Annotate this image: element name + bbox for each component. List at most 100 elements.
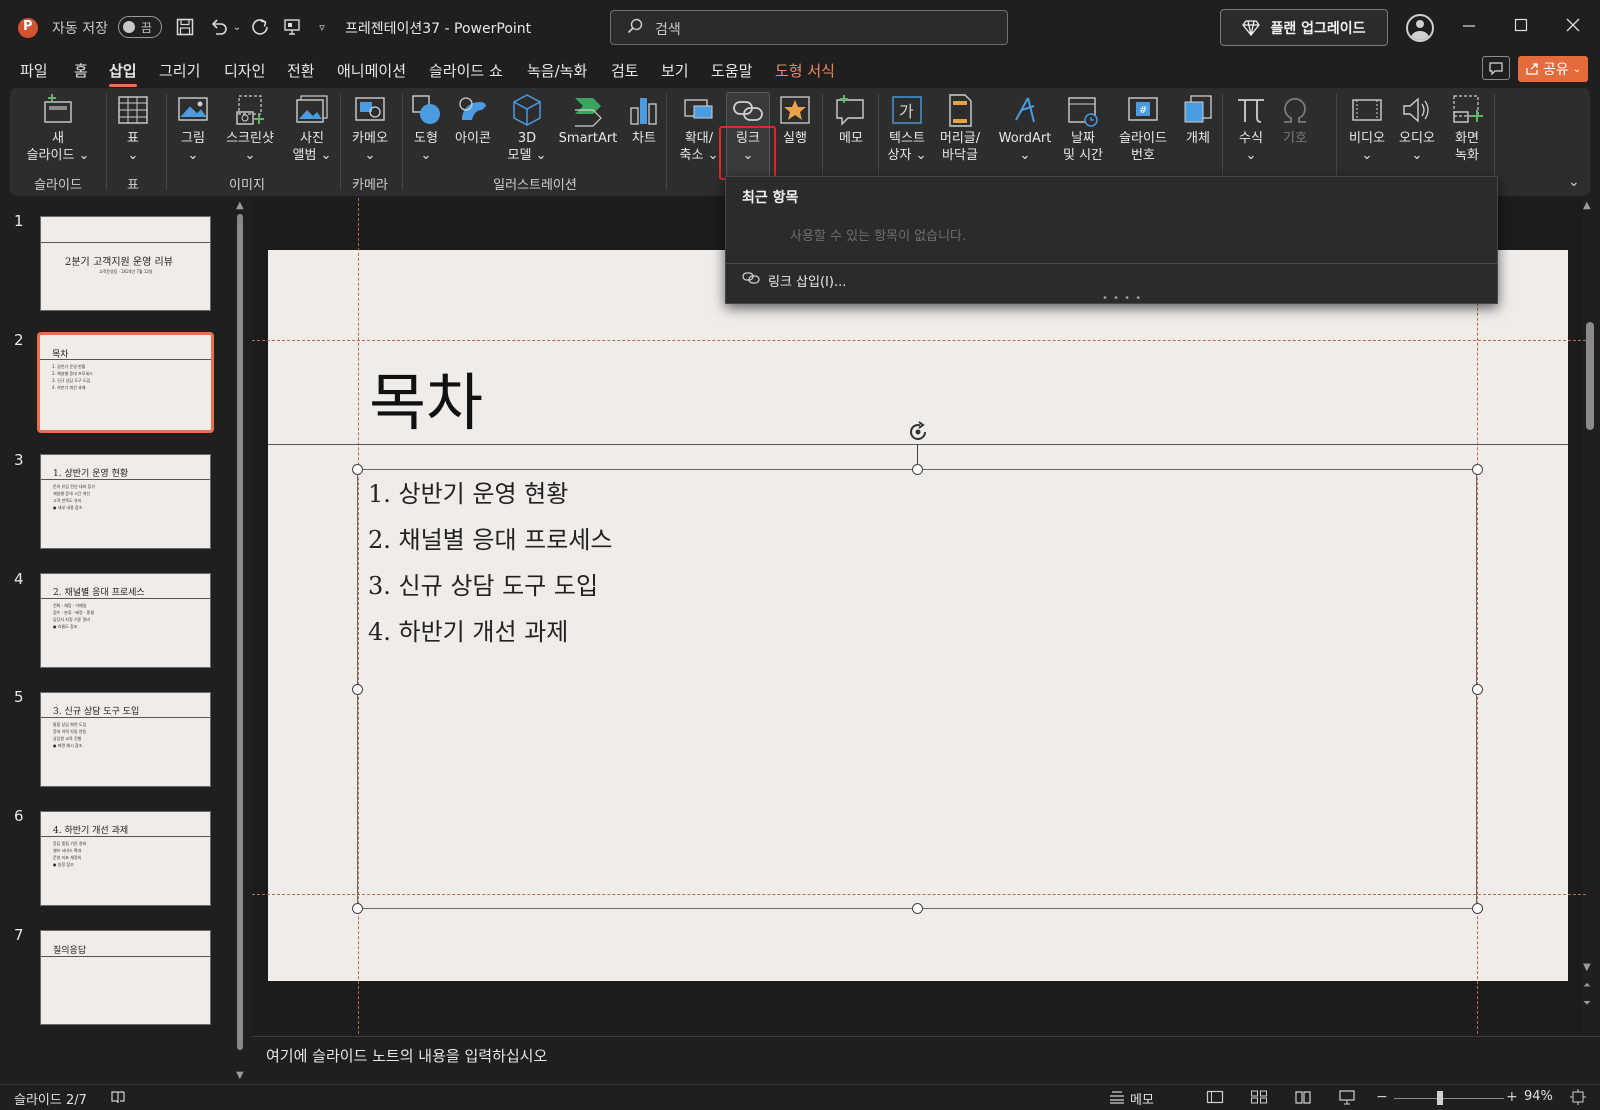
slide-number: 1 <box>14 212 24 230</box>
notes-pane[interactable]: 여기에 슬라이드 노트의 내용을 입력하십시오 <box>252 1036 1600 1082</box>
resize-handle[interactable] <box>352 464 363 475</box>
slide-thumbnail-7[interactable]: 질의응답 <box>40 930 211 1025</box>
scroll-down-arrow-icon[interactable]: ▼ <box>236 1070 244 1081</box>
icons-button[interactable]: 아이콘 <box>450 92 496 147</box>
link-button-highlight <box>719 126 776 180</box>
tab-transitions[interactable]: 전환 <box>287 60 315 84</box>
upgrade-plan-button[interactable]: 플랜 업그레이드 <box>1220 9 1388 46</box>
screenshot-button[interactable]: 스크린샷 ⌄ <box>220 92 280 164</box>
thumb-divider <box>41 956 210 957</box>
undo-icon[interactable] <box>206 14 232 40</box>
ribbon-collapse-icon[interactable]: ⌄ <box>1568 174 1580 190</box>
3d-models-button[interactable]: 3D 모델 ⌄ <box>502 92 552 164</box>
autosave-toggle[interactable]: 끔 <box>118 16 162 38</box>
tab-help[interactable]: 도움말 <box>711 60 752 84</box>
reading-view-icon[interactable] <box>1294 1089 1312 1109</box>
zoom-slider-track[interactable] <box>1394 1098 1504 1099</box>
date-time-button[interactable]: 날짜 및 시간 <box>1056 92 1110 164</box>
audio-button[interactable]: 오디오 ⌄ <box>1394 92 1440 164</box>
resize-grip-icon[interactable]: • • • • <box>1102 293 1142 304</box>
zoom-button[interactable]: 확대/ 축소 ⌄ <box>674 92 724 164</box>
resize-handle[interactable] <box>1472 903 1483 914</box>
photo-album-button[interactable]: 사진 앨범 ⌄ <box>288 92 336 164</box>
chart-button[interactable]: 차트 <box>624 92 664 147</box>
resize-handle[interactable] <box>352 684 363 695</box>
tab-file[interactable]: 파일 <box>20 60 48 84</box>
video-button[interactable]: 비디오 ⌄ <box>1344 92 1390 164</box>
save-icon[interactable] <box>174 14 196 40</box>
slide-thumbnail-6[interactable]: 4. 하반기 개선 과제 응답 품질 기준 정비 셀프 서비스 확대 운영 지표… <box>40 811 211 906</box>
smartart-button[interactable]: SmartArt <box>556 92 620 147</box>
new-slide-button[interactable]: 새 슬라이드 ⌄ <box>26 92 90 164</box>
notes-toggle-label[interactable]: 메모 <box>1130 1089 1154 1108</box>
resize-handle[interactable] <box>352 903 363 914</box>
canvas-scroll-up-icon[interactable]: ▲ <box>1583 200 1591 211</box>
share-button[interactable]: 공유 ⌄ <box>1518 56 1588 82</box>
slide-thumbnail-3[interactable]: 1. 상반기 운영 현황 문의 유입 전년 대비 증가 채널별 응대 시간 개선… <box>40 454 211 549</box>
thumb-body: 통합 상담 화면 도입 응대 이력 자동 연동 상담원 교육 진행 ● 화면 예… <box>53 722 87 748</box>
zoom-in-icon[interactable]: + <box>1506 1089 1518 1105</box>
redo-icon[interactable] <box>248 14 272 40</box>
symbol-button[interactable]: 기호 <box>1276 92 1314 147</box>
equation-button[interactable]: 수식 ⌄ <box>1232 92 1270 164</box>
screen-recording-button[interactable]: 화면 녹화 <box>1444 92 1490 164</box>
tab-shape-format[interactable]: 도형 서식 <box>775 60 835 84</box>
customize-qat-icon[interactable]: ▿ <box>314 14 330 40</box>
slide-thumbnail-2[interactable]: 목차 1. 상반기 운영 현황 2. 채널별 응대 프로세스 3. 신규 상담 … <box>37 332 214 433</box>
picture-button[interactable]: 그림 ⌄ <box>174 92 212 164</box>
rotate-handle-icon[interactable] <box>906 420 930 444</box>
tab-animations[interactable]: 애니메이션 <box>337 60 406 84</box>
normal-view-icon[interactable] <box>1206 1089 1224 1109</box>
minimize-icon[interactable] <box>1454 14 1484 40</box>
resize-handle[interactable] <box>1472 464 1483 475</box>
canvas-scroll-down-icon[interactable]: ▼ <box>1583 962 1591 973</box>
zoom-percentage[interactable]: 94% <box>1524 1089 1553 1104</box>
slide-thumbnail-4[interactable]: 2. 채널별 응대 프로세스 전화 · 채팅 · 이메일 접수 · 분류 · 배… <box>40 573 211 668</box>
slideshow-view-icon[interactable] <box>1338 1089 1356 1109</box>
notes-toggle-icon[interactable] <box>1108 1089 1126 1109</box>
canvas-scrollbar[interactable] <box>1586 322 1594 430</box>
thumbnail-scrollbar[interactable] <box>237 214 243 1050</box>
comments-button[interactable] <box>1482 56 1510 80</box>
tab-view[interactable]: 보기 <box>661 60 689 84</box>
thumb-divider <box>41 242 210 243</box>
slide-thumbnail-1[interactable]: 2분기 고객지원 운영 리뷰 고객운영팀 · 2024년 7월 12일 <box>40 216 211 311</box>
tab-draw[interactable]: 그리기 <box>159 60 200 84</box>
close-icon[interactable] <box>1558 14 1588 40</box>
previous-slide-icon[interactable]: ⏶ <box>1583 980 1591 991</box>
tab-design[interactable]: 디자인 <box>224 60 265 84</box>
tab-record[interactable]: 녹음/녹화 <box>527 60 587 84</box>
resize-handle[interactable] <box>1472 684 1483 695</box>
wordart-button[interactable]: WordArt ⌄ <box>996 92 1054 164</box>
slide-sorter-icon[interactable] <box>1250 1089 1268 1109</box>
resize-handle[interactable] <box>912 464 923 475</box>
comment-insert-button[interactable]: 메모 <box>828 92 874 147</box>
scroll-up-arrow-icon[interactable]: ▲ <box>236 200 244 211</box>
fit-to-window-icon[interactable] <box>1570 1089 1586 1109</box>
accessibility-icon[interactable] <box>110 1089 126 1109</box>
resize-handle[interactable] <box>912 903 923 914</box>
next-slide-icon[interactable]: ⏷ <box>1583 998 1591 1009</box>
textbox-button[interactable]: 가 텍스트 상자 ⌄ <box>884 92 930 164</box>
tab-insert[interactable]: 삽입 <box>109 60 137 87</box>
tab-home[interactable]: 홈 <box>74 60 88 84</box>
zoom-slider-thumb[interactable] <box>1437 1091 1443 1105</box>
slide-thumbnail-5[interactable]: 3. 신규 상담 도구 도입 통합 상담 화면 도입 응대 이력 자동 연동 상… <box>40 692 211 787</box>
shapes-button[interactable]: 도형 ⌄ <box>408 92 444 164</box>
slide-number-button[interactable]: # 슬라이드 번호 <box>1112 92 1174 164</box>
search-box[interactable]: 검색 <box>610 10 1008 45</box>
undo-dropdown-icon[interactable]: ⌄ <box>232 14 242 40</box>
present-icon[interactable] <box>280 14 304 40</box>
insert-link-menu-item[interactable]: 링크 삽입(I)... <box>726 265 1497 295</box>
table-button[interactable]: 표 ⌄ <box>114 92 152 164</box>
cameo-button[interactable]: 카메오 ⌄ <box>346 92 394 164</box>
object-button[interactable]: 개체 <box>1178 92 1218 147</box>
action-button[interactable]: 실행 <box>776 92 814 147</box>
user-avatar-icon[interactable] <box>1406 14 1434 42</box>
zoom-out-icon[interactable]: − <box>1376 1089 1388 1105</box>
tab-slideshow[interactable]: 슬라이드 쇼 <box>429 60 503 84</box>
header-footer-button[interactable]: 머리글/ 바닥글 <box>932 92 988 164</box>
slide-title[interactable]: 목차 <box>369 352 483 442</box>
maximize-icon[interactable] <box>1506 14 1536 40</box>
tab-review[interactable]: 검토 <box>611 60 639 84</box>
